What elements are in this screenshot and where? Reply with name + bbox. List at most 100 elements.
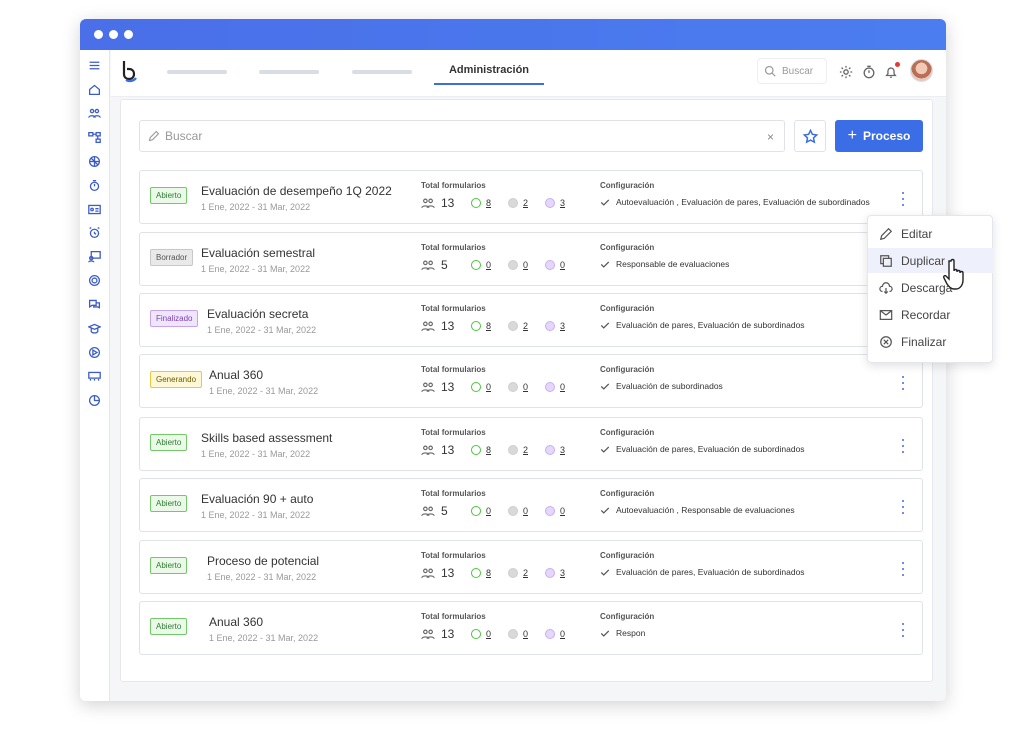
process-row[interactable]: Abierto Proceso de potencial 1 Ene, 2022 -… (139, 540, 923, 594)
process-search-input[interactable]: Buscar × (139, 120, 785, 152)
graduation-cap-icon[interactable] (86, 320, 103, 337)
nav-tab-placeholder-2[interactable] (259, 70, 319, 74)
play-icon[interactable] (86, 344, 103, 361)
user-avatar[interactable] (910, 59, 933, 82)
pending-forms[interactable]: 2 (508, 445, 528, 455)
pie-chart-icon[interactable] (86, 392, 103, 409)
chat-icon[interactable] (86, 296, 103, 313)
gear-icon[interactable] (839, 65, 853, 79)
top-search-input[interactable]: Buscar (757, 58, 827, 84)
menu-item-finalizar[interactable]: Finalizar (868, 329, 994, 354)
menu-item-duplicar[interactable]: Duplicar (868, 248, 994, 273)
pending-forms[interactable]: 0 (508, 506, 528, 516)
other-forms[interactable]: 3 (545, 321, 565, 331)
menu-item-descarga[interactable]: Descarga (868, 275, 994, 300)
nav-tab-placeholder-3[interactable] (352, 70, 412, 74)
window-close-dot[interactable] (94, 30, 103, 39)
menu-item-recordar[interactable]: Recordar (868, 302, 994, 327)
other-forms[interactable]: 0 (545, 382, 565, 392)
completed-forms[interactable]: 0 (471, 260, 491, 270)
completed-count: 0 (486, 629, 492, 639)
process-title[interactable]: Evaluación 90 + auto (201, 492, 313, 506)
other-status-icon (545, 321, 555, 331)
row-options-button[interactable] (900, 192, 906, 206)
completed-forms[interactable]: 0 (471, 506, 491, 516)
new-process-button[interactable]: + Proceso (835, 120, 923, 152)
org-chart-icon[interactable] (86, 129, 103, 146)
process-title[interactable]: Proceso de potencial (207, 554, 319, 568)
alarm-icon[interactable] (86, 224, 103, 241)
presentation-icon[interactable] (86, 248, 103, 265)
other-status-icon (545, 629, 555, 639)
target-icon[interactable] (86, 272, 103, 289)
stopwatch-icon[interactable] (862, 65, 876, 79)
process-title[interactable]: Skills based assessment (201, 431, 332, 445)
home-icon[interactable] (86, 81, 103, 98)
process-row[interactable]: Abierto Evaluación de desempeño 1Q 2022 1 … (139, 170, 923, 224)
tab-administracion[interactable]: Administración (434, 62, 544, 85)
pending-forms[interactable]: 0 (508, 629, 528, 639)
other-count: 3 (560, 445, 566, 455)
pending-forms[interactable]: 2 (508, 568, 528, 578)
process-row[interactable]: Borrador Evaluación semestral 1 Ene, 2022 … (139, 232, 923, 286)
circle-x-icon (880, 335, 892, 348)
completed-forms[interactable]: 8 (471, 445, 491, 455)
row-options-button[interactable] (900, 623, 906, 637)
process-title[interactable]: Evaluación de desempeño 1Q 2022 (201, 184, 392, 198)
pending-forms[interactable]: 2 (508, 321, 528, 331)
process-row[interactable]: Generando Anual 360 1 Ene, 2022 - 31 Mar, … (139, 354, 923, 408)
completed-forms[interactable]: 0 (471, 629, 491, 639)
status-badge: Generando (150, 371, 203, 388)
process-row[interactable]: Abierto Skills based assessment 1 Ene, 202… (139, 417, 923, 471)
meeting-icon[interactable] (86, 368, 103, 385)
row-options-button[interactable] (900, 439, 906, 453)
menu-item-label: Recordar (901, 307, 951, 322)
id-card-icon[interactable] (86, 201, 103, 218)
bell-icon[interactable] (884, 65, 898, 79)
row-options-button[interactable] (900, 562, 906, 576)
pending-forms[interactable]: 0 (508, 382, 528, 392)
other-status-icon (545, 382, 555, 392)
other-forms[interactable]: 3 (545, 568, 565, 578)
window-maximize-dot[interactable] (124, 30, 133, 39)
app-window: Administración Buscar Buscar × + Proceso… (80, 19, 946, 701)
row-options-button[interactable] (900, 376, 906, 390)
process-title[interactable]: Anual 360 (209, 615, 263, 629)
process-row[interactable]: Finalizado Evaluación secreta 1 Ene, 2022 … (139, 293, 923, 347)
pending-forms[interactable]: 0 (508, 260, 528, 270)
completed-forms[interactable]: 8 (471, 568, 491, 578)
clear-search-button[interactable]: × (767, 131, 774, 143)
process-title[interactable]: Evaluación secreta (207, 307, 308, 321)
other-forms[interactable]: 3 (545, 198, 565, 208)
other-count: 3 (560, 321, 566, 331)
configuration-text: Evaluación de pares, Evaluación de subor… (616, 444, 805, 454)
other-forms[interactable]: 3 (545, 445, 565, 455)
other-forms[interactable]: 0 (545, 260, 565, 270)
menu-icon[interactable] (86, 57, 103, 74)
nav-tab-placeholder-1[interactable] (167, 70, 227, 74)
grid-icon[interactable] (86, 153, 103, 170)
window-minimize-dot[interactable] (109, 30, 118, 39)
process-row[interactable]: Abierto Anual 360 1 Ene, 2022 - 31 Mar, 20… (139, 601, 923, 655)
total-forms-count: 5 (421, 504, 448, 518)
users-icon[interactable] (86, 105, 103, 122)
menu-item-editar[interactable]: Editar (868, 221, 994, 246)
process-date-range: 1 Ene, 2022 - 31 Mar, 2022 (207, 572, 317, 582)
completed-count: 8 (486, 198, 492, 208)
process-title[interactable]: Anual 360 (209, 368, 263, 382)
timer-icon[interactable] (86, 177, 103, 194)
total-forms-count: 13 (421, 443, 454, 457)
favorites-button[interactable] (794, 120, 826, 152)
completed-status-icon (471, 629, 481, 639)
process-title[interactable]: Evaluación semestral (201, 246, 315, 260)
completed-forms[interactable]: 0 (471, 382, 491, 392)
row-options-button[interactable] (900, 500, 906, 514)
completed-forms[interactable]: 8 (471, 198, 491, 208)
process-row[interactable]: Abierto Evaluación 90 + auto 1 Ene, 2022 -… (139, 478, 923, 532)
total-forms-label: Total formularios (421, 304, 486, 313)
other-status-icon (545, 445, 555, 455)
other-forms[interactable]: 0 (545, 629, 565, 639)
other-forms[interactable]: 0 (545, 506, 565, 516)
pending-forms[interactable]: 2 (508, 198, 528, 208)
completed-forms[interactable]: 8 (471, 321, 491, 331)
